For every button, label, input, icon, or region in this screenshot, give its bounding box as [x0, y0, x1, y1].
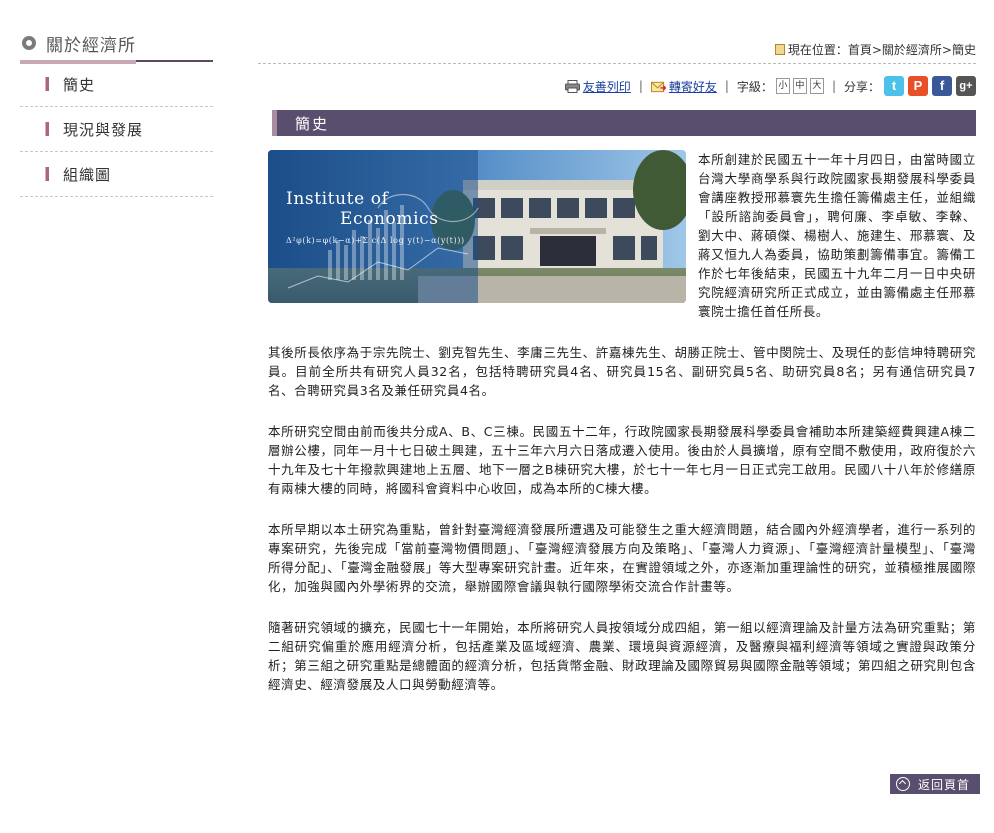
breadcrumb-parent-link[interactable]: 關於經濟所 [882, 43, 942, 57]
share-label: 分享： [843, 79, 880, 94]
page-toolbar: 友善列印 | 轉寄好友 | 字級： 小 中 大 | 分享： t P f g+ [258, 76, 976, 96]
twitter-icon[interactable]: t [884, 76, 904, 96]
font-size-medium-button[interactable]: 中 [792, 78, 807, 94]
sidebar-item-label: 簡史 [63, 75, 96, 94]
plurk-icon[interactable]: P [908, 76, 928, 96]
sidebar-item-label: 組織圖 [63, 165, 112, 184]
main-content: 現在位置：首頁>關於經濟所>簡史 友善列印 | 轉寄好友 | 字級： 小 中 大… [258, 27, 976, 716]
sidebar-item-history[interactable]: 簡史 [20, 62, 213, 107]
paragraph: 隨著研究領域的擴充，民國七十一年開始，本所將研究人員按領域分成四組，第一組以經濟… [268, 620, 976, 692]
breadcrumb-separator: > [871, 43, 882, 57]
bar-marker-icon [45, 122, 49, 136]
breadcrumb: 現在位置：首頁>關於經濟所>簡史 [258, 41, 976, 59]
article-body: Institute of Economics Δ²φ(k)=φ(k−α)+Σ c… [268, 150, 976, 694]
circle-bullet-icon [22, 36, 36, 50]
print-link[interactable]: 友善列印 [583, 78, 631, 95]
printer-icon [564, 79, 580, 93]
section-title: 簡史 [272, 110, 976, 136]
paragraph: 本所早期以本土研究為重點，曾針對臺灣經濟發展所遭遇及可能發生之重大經濟問題，結合… [268, 522, 977, 594]
breadcrumb-separator: > [941, 43, 952, 57]
sidebar-item-org-chart[interactable]: 組織圖 [20, 152, 213, 197]
institute-photo: Institute of Economics Δ²φ(k)=φ(k−α)+Σ c… [268, 150, 686, 303]
bar-marker-icon [45, 77, 49, 91]
paragraph: 其後所長依序為于宗先院士、劉克智先生、李庸三先生、許嘉棟先生、胡勝正院士、管中閔… [268, 345, 976, 398]
mail-forward-icon [650, 81, 666, 92]
sidebar-title: 關於經濟所 [46, 35, 136, 56]
divider [258, 63, 976, 64]
bar-marker-icon [45, 167, 49, 181]
font-size-label: 字級： [736, 79, 773, 94]
google-plus-icon[interactable]: g+ [956, 76, 976, 96]
paragraph: 本所研究空間由前而後共分成A、B、C三棟。民國五十二年，行政院國家長期發展科學委… [268, 424, 976, 496]
breadcrumb-home-link[interactable]: 首頁 [848, 43, 872, 57]
facebook-icon[interactable]: f [932, 76, 952, 96]
sidebar: 關於經濟所 簡史 現況與發展 組織圖 [20, 27, 213, 197]
arrow-up-icon [895, 777, 910, 791]
breadcrumb-current: 簡史 [951, 43, 976, 57]
hero-formula: Δ²φ(k)=φ(k−α)+Σ c(Δ log y(t)−α(y(t))) [286, 236, 465, 245]
sidebar-menu: 簡史 現況與發展 組織圖 [20, 62, 213, 197]
font-size-large-button[interactable]: 大 [809, 78, 824, 94]
font-size-small-button[interactable]: 小 [775, 78, 790, 94]
sidebar-item-label: 現況與發展 [63, 120, 144, 139]
breadcrumb-prefix: 現在位置： [787, 43, 848, 57]
hero-title-line2: Economics [340, 209, 439, 229]
sidebar-item-status[interactable]: 現況與發展 [20, 107, 213, 152]
back-to-top-label: 返回頁首 [917, 777, 970, 792]
forward-link[interactable]: 轉寄好友 [669, 78, 717, 95]
page-icon [774, 44, 785, 55]
hero-title-line1: Institute of [286, 189, 390, 209]
back-to-top-button[interactable]: 返回頁首 [889, 774, 980, 794]
sidebar-header: 關於經濟所 [20, 27, 213, 59]
page: 關於經濟所 簡史 現況與發展 組織圖 現在位置：首頁>關於經濟所>簡史 友善列印… [0, 0, 994, 833]
